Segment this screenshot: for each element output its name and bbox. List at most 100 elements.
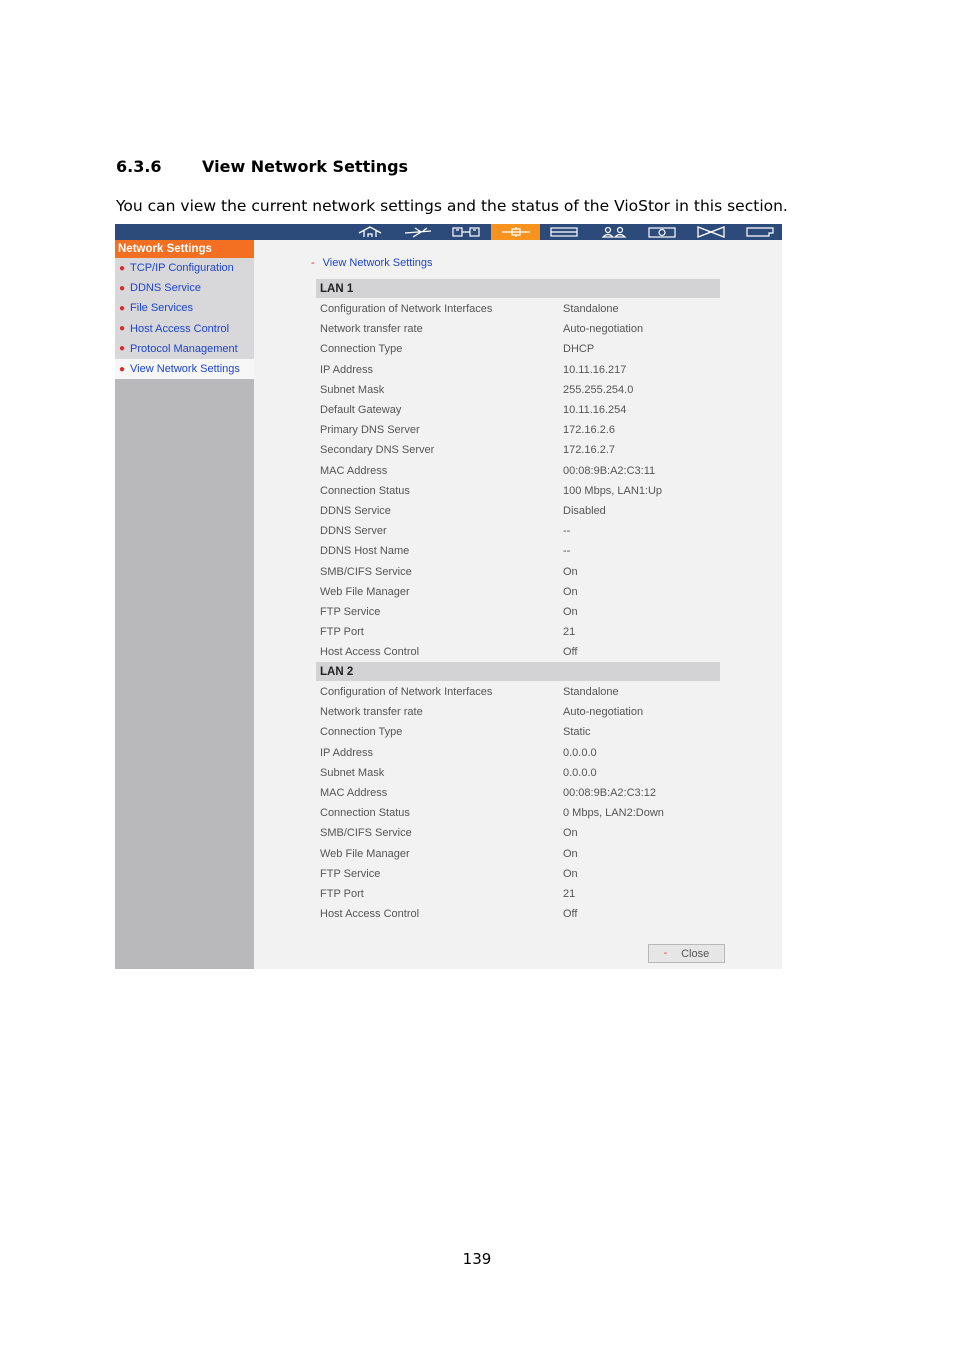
table-row: Web File Manager On (320, 582, 720, 602)
table-row: DDNS Host Name -- (320, 541, 720, 561)
row-value: 00:08:9B:A2:C3:11 (563, 464, 656, 477)
row-label: Host Access Control (320, 908, 420, 921)
sidebar-title: Network Settings (115, 240, 254, 258)
row-value: 100 Mbps, LAN1:Up (563, 484, 663, 497)
row-label: DDNS Host Name (320, 545, 410, 558)
row-label: SMB/CIFS Service (320, 827, 412, 840)
table-row: Network transfer rate Auto-negotiation (320, 702, 720, 722)
row-value: On (563, 847, 578, 860)
row-label: IP Address (320, 363, 373, 376)
section-number: 6.3.6 (116, 157, 162, 176)
table-row: IP Address 10.11.16.217 (320, 360, 720, 380)
breadcrumb: - View Network Settings (311, 257, 433, 269)
row-label: SMB/CIFS Service (320, 565, 412, 578)
row-value: 0.0.0.0 (563, 746, 597, 759)
table-row: Connection Type DHCP (320, 339, 720, 359)
row-label: FTP Port (320, 626, 364, 639)
sidebar: Network Settings ● TCP/IP Configuration ●… (115, 240, 254, 969)
row-label: Subnet Mask (320, 766, 385, 779)
bullet-icon: ● (119, 343, 126, 355)
section-title: View Network Settings (202, 157, 409, 176)
list-icon[interactable] (539, 224, 588, 240)
sidebar-item-protocol-management[interactable]: ● Protocol Management (115, 339, 254, 359)
row-value: 10.11.16.254 (563, 404, 627, 416)
table-row: FTP Service On (320, 602, 720, 622)
row-label: Network transfer rate (320, 323, 423, 336)
row-label: Connection Status (320, 807, 410, 820)
table-row: Secondary DNS Server 172.16.2.7 (320, 440, 720, 460)
row-value: On (563, 606, 578, 618)
table-row: Primary DNS Server 172.16.2.6 (320, 420, 720, 440)
close-button[interactable]: - Close (648, 944, 725, 963)
dash-icon: - (311, 257, 315, 269)
sidebar-item-file-services[interactable]: ● File Services (115, 298, 254, 318)
row-value: On (563, 867, 578, 880)
camera-icon[interactable] (637, 224, 686, 240)
sidebar-item-tcpip-configuration[interactable]: ● TCP/IP Configuration (115, 258, 254, 278)
row-label: Secondary DNS Server (320, 444, 435, 457)
table-row: MAC Address 00:08:9B:A2:C3:12 (320, 783, 720, 803)
sidebar-item-label: View Network Settings (130, 363, 240, 376)
intro-paragraph: You can view the current network setting… (116, 197, 788, 215)
table-row: FTP Service On (320, 864, 720, 884)
row-label: Connection Type (320, 343, 403, 356)
table-row: Network transfer rate Auto-negotiation (320, 319, 720, 339)
table-row: Host Access Control Off (320, 904, 720, 924)
row-label: FTP Service (320, 867, 381, 880)
storage-icon[interactable] (441, 224, 490, 240)
row-value: On (563, 827, 578, 840)
row-label: Host Access Control (320, 646, 420, 659)
close-label: Close (681, 947, 710, 960)
table-row: Connection Status 100 Mbps, LAN1:Up (320, 481, 720, 501)
table-row: DDNS Service Disabled (320, 501, 720, 521)
bullet-icon: ● (119, 363, 126, 375)
table-row: FTP Port 21 (320, 884, 720, 904)
sidebar-item-label: TCP/IP Configuration (130, 262, 234, 275)
page-number: 139 (462, 1250, 492, 1268)
row-value: 21 (563, 888, 576, 900)
table-row: Configuration of Network Interfaces Stand… (320, 682, 720, 702)
table-row: Web File Manager On (320, 844, 720, 864)
row-value: 255.255.254.0 (563, 383, 634, 396)
table-row: Connection Status 0 Mbps, LAN2:Down (320, 803, 720, 823)
plane-icon[interactable] (393, 224, 442, 240)
row-label: Connection Status (320, 484, 410, 497)
sidebar-item-host-access-control[interactable]: ● Host Access Control (115, 319, 254, 339)
row-label: Connection Type (320, 726, 403, 739)
row-label: MAC Address (320, 464, 388, 477)
users-icon[interactable] (589, 224, 638, 240)
row-value: Off (563, 646, 578, 659)
row-value: 0.0.0.0 (563, 766, 597, 779)
bowtie-icon[interactable] (686, 224, 735, 240)
bullet-icon: ● (119, 302, 126, 314)
row-label: DDNS Service (320, 505, 391, 517)
row-label: Configuration of Network Interfaces (320, 686, 493, 698)
sidebar-item-label: Host Access Control (130, 322, 230, 335)
row-value: DHCP (563, 343, 595, 356)
sidebar-menu: ● TCP/IP Configuration ● DDNS Service ● Fil… (115, 258, 254, 380)
row-label: Default Gateway (320, 404, 402, 416)
table-row: DDNS Server -- (320, 521, 720, 541)
row-value: Standalone (563, 303, 619, 315)
table-row: Subnet Mask 0.0.0.0 (320, 763, 720, 783)
row-value: -- (563, 545, 571, 558)
folder-icon[interactable] (735, 224, 784, 240)
row-label: IP Address (320, 746, 373, 759)
row-label: FTP Service (320, 606, 381, 618)
main-content: - View Network Settings LAN 1 Configurati… (254, 240, 782, 969)
bullet-icon: ● (119, 262, 126, 274)
sidebar-item-view-network-settings[interactable]: ● View Network Settings (115, 358, 254, 380)
screenshot-window: Network Settings ● TCP/IP Configuration ●… (115, 224, 782, 969)
table-row: SMB/CIFS Service On (320, 823, 720, 843)
bullet-icon: ● (119, 323, 126, 335)
sidebar-item-ddns-service[interactable]: ● DDNS Service (115, 278, 254, 298)
home-icon[interactable] (345, 224, 394, 240)
row-label: MAC Address (320, 787, 388, 799)
row-value: On (563, 585, 578, 598)
lan2-header: LAN 2 (316, 662, 720, 681)
row-value: On (563, 565, 578, 578)
row-value: 172.16.2.7 (563, 444, 615, 457)
sidebar-item-label: DDNS Service (130, 282, 201, 295)
row-label: Primary DNS Server (320, 424, 420, 437)
network-icon[interactable] (491, 224, 540, 240)
